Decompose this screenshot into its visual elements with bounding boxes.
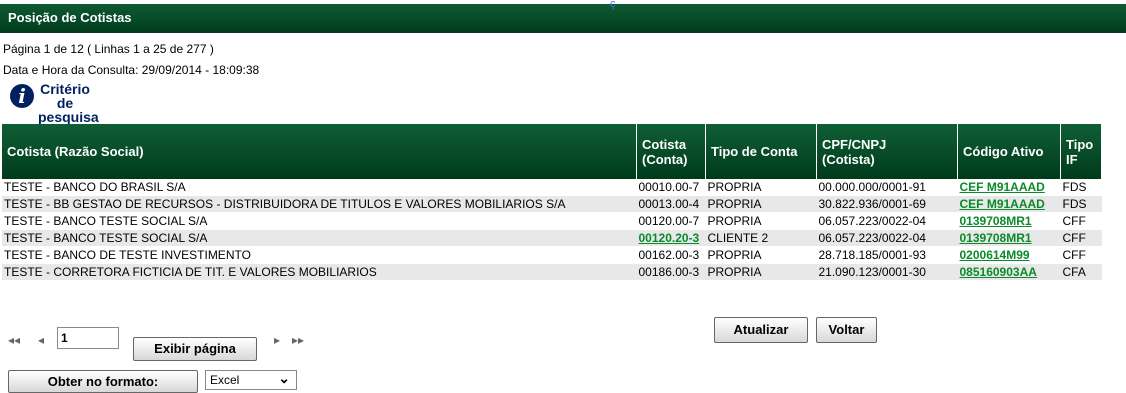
cotistas-table: Cotista (Razão Social) Cotista (Conta) Ti… — [2, 124, 1126, 304]
table-row: TESTE - BB GESTAO DE RECURSOS - DISTRIBU… — [2, 195, 1102, 213]
page-info: Página 1 de 12 ( Linhas 1 a 25 de 277 ) — [3, 42, 214, 56]
header-tipo-if[interactable]: Tipo IF — [1060, 124, 1102, 179]
header-cpf[interactable]: CPF/CNPJ (Cotista) — [816, 124, 958, 179]
codigo-ativo-link[interactable]: 0139708MR1 — [960, 214, 1032, 228]
header-razao[interactable]: Cotista (Razão Social) — [2, 124, 637, 179]
chevron-down-icon: ⌄ — [278, 370, 290, 386]
back-button[interactable]: Voltar — [816, 317, 877, 343]
codigo-ativo-link[interactable]: 085160903AA — [960, 265, 1037, 279]
codigo-ativo-link[interactable]: CEF M91AAAD — [960, 197, 1045, 211]
prev-page-icon[interactable]: ◂ — [38, 333, 44, 347]
update-button[interactable]: Atualizar — [714, 317, 808, 343]
format-select[interactable]: Excel ⌄ — [205, 370, 297, 390]
show-page-button[interactable]: Exibir página — [133, 337, 257, 361]
page-number-input[interactable] — [57, 327, 119, 349]
info-icon: i — [10, 84, 34, 108]
table-row: TESTE - BANCO DO BRASIL S/A 00010.00-7 P… — [2, 179, 1102, 196]
codigo-ativo-link[interactable]: 0200614M99 — [960, 248, 1030, 262]
conta-link[interactable]: 00120.20-3 — [639, 231, 700, 245]
export-button[interactable]: Obter no formato: — [8, 370, 198, 393]
title-mark: ç — [610, 0, 616, 10]
title-bar: Posição de Cotistas ç — [0, 0, 1126, 33]
codigo-ativo-link[interactable]: CEF M91AAAD — [960, 180, 1045, 194]
table-row: TESTE - CORRETORA FICTICIA DE TIT. E VAL… — [2, 263, 1102, 281]
first-page-icon[interactable]: ◂◂ — [8, 333, 20, 347]
last-page-icon[interactable]: ▸▸ — [292, 333, 304, 347]
table-row: TESTE - BANCO DE TESTE INVESTIMENTO 0016… — [2, 246, 1102, 264]
table-row: TESTE - BANCO TESTE SOCIAL S/A 00120.20-… — [2, 229, 1102, 247]
header-tipo-conta[interactable]: Tipo de Conta — [705, 124, 817, 179]
header-conta[interactable]: Cotista (Conta) — [636, 124, 706, 179]
table-row: TESTE - BANCO TESTE SOCIAL S/A 00120.00-… — [2, 212, 1102, 230]
criteria-label: Critério de pesquisa — [38, 81, 99, 125]
codigo-ativo-link[interactable]: 0139708MR1 — [960, 231, 1032, 245]
page-title: Posição de Cotistas — [8, 10, 132, 25]
header-codigo[interactable]: Código Ativo — [957, 124, 1061, 179]
next-page-icon[interactable]: ▸ — [274, 333, 280, 347]
query-time: Data e Hora da Consulta: 29/09/2014 - 18… — [3, 63, 260, 77]
